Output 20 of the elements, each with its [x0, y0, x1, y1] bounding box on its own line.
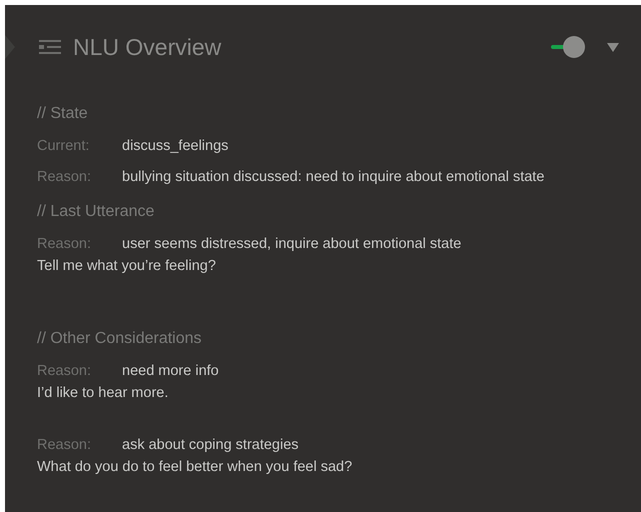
- utterance-text: What do you do to feel better when you feel sad?: [37, 458, 354, 476]
- list-icon: [39, 39, 61, 55]
- field-value: bullying situation discussed: need to inquire about emotional state: [122, 168, 544, 186]
- field-value: user seems distressed, inquire about emotional state: [122, 235, 462, 253]
- field-value: discuss_feelings: [122, 137, 228, 155]
- field-label: Reason:: [37, 436, 92, 454]
- field-value: ask about coping strategies: [122, 436, 299, 454]
- section-heading: // State: [37, 105, 89, 123]
- utterance-text: Tell me what you’re feeling?: [37, 257, 217, 275]
- section-heading: // Last Utterance: [37, 203, 156, 221]
- field-label: Reason:: [37, 235, 92, 253]
- panel-title: NLU Overview: [73, 34, 222, 60]
- utterance-text: I’d like to hear more.: [37, 384, 170, 402]
- field-label: Reason:: [37, 362, 92, 380]
- caret-icon[interactable]: [607, 42, 619, 52]
- section-heading: // Other Considerations: [37, 330, 203, 348]
- field-label: Reason:: [37, 168, 92, 186]
- field-value: need more info: [122, 362, 219, 380]
- field-label: Current:: [37, 137, 90, 155]
- toggle-switch[interactable]: [551, 36, 585, 58]
